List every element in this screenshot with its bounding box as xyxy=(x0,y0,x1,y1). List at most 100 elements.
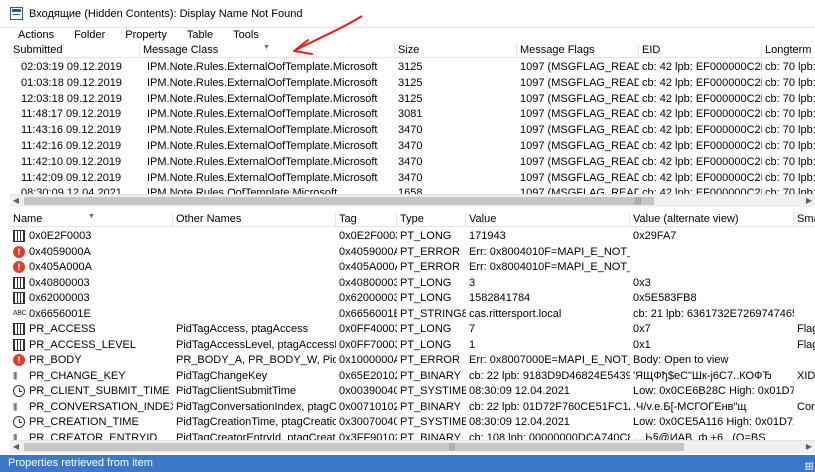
table-row[interactable]: 08:30:09 12.04.2021 IPM.Note.Rules.OofTem… xyxy=(10,185,815,194)
column-header[interactable]: Type xyxy=(397,212,466,227)
table-row[interactable]: 0x405A000A 0x405A000A PT_ERROR Err: 0x80040… xyxy=(10,259,815,275)
table-cell: 0x00390040 xyxy=(339,385,397,397)
table-row[interactable]: 11:48:17 09.12.2019 IPM.Note.Rules.Extern… xyxy=(10,106,815,122)
table-row[interactable]: 0x4059000A 0x4059000A PT_ERROR Err: 0x80040… xyxy=(10,244,815,260)
menu-actions[interactable]: Actions xyxy=(18,28,54,42)
table-cell: cb: 42 lpb: EF000000C2B... xyxy=(642,92,762,105)
menu-tools[interactable]: Tools xyxy=(233,28,259,42)
sort-indicator-icon: ▼ xyxy=(88,213,95,220)
table-row[interactable]: PR_CHANGE_KEY PidTagChangeKey 0x65E20102 PT… xyxy=(10,368,815,384)
table-cell: 0x62000003 xyxy=(339,292,397,304)
table-row[interactable]: 0x40800003 0x40800003 PT_LONG 3 0x3 xyxy=(10,275,815,291)
column-header[interactable]: Value xyxy=(466,212,630,227)
menu-property[interactable]: Property xyxy=(125,28,167,42)
table-cell: 1 xyxy=(469,338,476,351)
table-cell: PT_BINARY xyxy=(400,369,461,382)
column-header[interactable]: Message Flags xyxy=(517,43,639,58)
message-list[interactable]: Submitted Message Class Size Message Flags E… xyxy=(10,43,815,194)
scroll-left-icon[interactable]: ◀ xyxy=(10,195,22,207)
table-cell: Low: 0x0CE6B28C High: 0x01D72F76 xyxy=(633,385,794,397)
table-row[interactable]: PR_CREATOR_ENTRYID PidTagCreatorEntryId, … xyxy=(10,430,815,441)
table-cell: PidTagCreatorEntryId, ptagCreat... xyxy=(176,431,336,441)
table-row[interactable]: 0x0E2F0003 0x0E2F0003 PT_LONG 171943 0x29FA7 xyxy=(10,228,815,244)
title-bar: Входящие (Hidden Contents): Display Name… xyxy=(0,0,815,28)
table-cell: 3 xyxy=(469,276,476,289)
property-list-hscrollbar[interactable]: ◀ ||| ▶ xyxy=(10,440,815,453)
menu-table[interactable]: Table xyxy=(187,28,213,42)
table-cell: 08:30:09 12.04.2021 xyxy=(469,416,570,428)
table-row[interactable]: PR_CLIENT_SUBMIT_TIME PidTagClientSubmitT… xyxy=(10,383,815,399)
table-cell: PT_LONG xyxy=(400,338,452,351)
time-value-icon xyxy=(13,385,25,397)
table-row[interactable]: PR_BODY PR_BODY_A, PR_BODY_W, PidTag...0x… xyxy=(10,352,815,368)
table-cell: cas.rittersport.local xyxy=(469,307,562,320)
table-cell: 0x1 xyxy=(633,338,651,351)
table-cell: PR_CHANGE_KEY xyxy=(29,369,126,382)
table-cell: 11:42:16 09.12.2019 xyxy=(21,140,122,152)
table-cell: 1097 (MSGFLAG_READ | ... xyxy=(520,140,639,152)
table-cell: cb: 42 lpb: EF000000C2B... xyxy=(642,108,762,121)
table-cell xyxy=(794,383,815,399)
table-cell: PT_BINARY xyxy=(400,400,461,413)
table-row[interactable]: 12:03:18 09.12.2019 IPM.Note.Rules.Extern… xyxy=(10,91,815,107)
property-list[interactable]: Name Other Names Tag Type Value Value (altern… xyxy=(10,212,815,440)
table-row[interactable]: 01:03:18 09.12.2019 IPM.Note.Rules.Extern… xyxy=(10,75,815,91)
table-cell: PT_LONG xyxy=(400,292,452,304)
table-cell: 3081 xyxy=(398,108,423,121)
table-cell: PT_LONG xyxy=(400,276,452,289)
column-header[interactable]: Size xyxy=(395,43,517,58)
table-row[interactable]: 11:43:16 09.12.2019 IPM.Note.Rules.Extern… xyxy=(10,122,815,138)
table-cell: PT_ERROR xyxy=(400,354,460,366)
scrollbar-thumb[interactable] xyxy=(24,197,654,205)
table-cell xyxy=(794,244,815,260)
table-cell: Flag xyxy=(797,323,815,335)
menu-bar: Actions Folder Property Table Tools xyxy=(0,28,815,42)
column-header[interactable]: Submitted xyxy=(10,43,140,58)
binary-value-icon: ||| xyxy=(13,432,17,441)
table-cell: 1097 (MSGFLAG_READ | ... xyxy=(520,171,639,184)
table-row[interactable]: PR_CONVERSATION_INDEX PidTagConversationI… xyxy=(10,399,815,415)
table-row[interactable]: PR_CREATION_TIME PidTagCreationTime, ptag… xyxy=(10,414,815,430)
table-row[interactable]: 11:42:16 09.12.2019 IPM.Note.Rules.Extern… xyxy=(10,138,815,154)
scrollbar-thumb[interactable] xyxy=(24,443,684,451)
column-header[interactable]: Sma xyxy=(794,212,815,227)
table-row[interactable]: PR_ACCESS PidTagAccess, ptagAccess 0x0FF40… xyxy=(10,321,815,337)
error-icon: ! xyxy=(13,261,25,273)
table-row[interactable]: 02:03:19 09.12.2019 IPM.Note.Rules.Extern… xyxy=(10,59,815,75)
table-row[interactable]: 0x6656001E 0x6656001E PT_STRING8 cas.ritter… xyxy=(10,306,815,322)
column-header[interactable]: EID xyxy=(639,43,762,58)
table-cell: 1097 (MSGFLAG_READ | ... xyxy=(520,187,639,194)
table-cell: IPM.Note.Rules.ExternalOofTemplate.Micro… xyxy=(147,155,378,168)
table-cell: 1097 (MSGFLAG_READ | ... xyxy=(520,92,639,105)
message-list-hscrollbar[interactable]: ◀ ||| ▶ xyxy=(10,194,815,207)
table-cell: cb: 22 lpb: 9183D9D46824E54393D... xyxy=(469,369,630,382)
resize-grip-icon[interactable] xyxy=(805,462,813,470)
column-header[interactable]: Other Names xyxy=(173,212,336,227)
table-cell: cb: 42 lpb: EF000000C2B... xyxy=(642,124,762,137)
column-header[interactable]: Tag xyxy=(336,212,397,227)
table-cell: Err: 0x8004010F=MAPI_E_NOT_FO... xyxy=(469,245,630,258)
table-row[interactable]: PR_ACCESS_LEVEL PidTagAccessLevel, ptagAc… xyxy=(10,337,815,353)
error-icon: ! xyxy=(13,245,25,258)
table-cell: IPM.Note.Rules.ExternalOofTemplate.Micro… xyxy=(147,61,378,73)
scroll-right-icon[interactable]: ▶ xyxy=(803,441,815,453)
scroll-right-icon[interactable]: ▶ xyxy=(803,195,815,207)
table-cell xyxy=(173,244,336,260)
table-cell: PT_SYSTIME xyxy=(400,416,466,428)
scroll-left-icon[interactable]: ◀ xyxy=(10,441,22,453)
column-header[interactable]: Longterm EI xyxy=(762,43,815,58)
table-row[interactable]: 11:42:10 09.12.2019 IPM.Note.Rules.Extern… xyxy=(10,154,815,170)
long-value-icon xyxy=(13,338,25,351)
table-cell: 02:03:19 09.12.2019 xyxy=(21,61,122,73)
table-cell: PT_BINARY xyxy=(400,431,461,441)
table-cell: cb: 42 lpb: EF000000C2B... xyxy=(642,76,762,89)
column-header[interactable]: Value (alternate view) xyxy=(630,212,794,227)
menu-folder[interactable]: Folder xyxy=(74,28,105,42)
table-cell: Cor xyxy=(797,400,815,413)
table-row[interactable]: 0x62000003 0x62000003 PT_LONG 1582841784 0x5… xyxy=(10,290,815,306)
table-cell: cb: 108 lpb: 00000000DCA740C8C... xyxy=(469,431,630,441)
table-cell: cb: 70 lpb: E xyxy=(765,124,815,137)
table-cell: cb: 42 lpb: EF000000C2B... xyxy=(642,171,762,184)
table-row[interactable]: 11:42:09 09.12.2019 IPM.Note.Rules.Extern… xyxy=(10,170,815,186)
table-cell xyxy=(630,259,794,275)
